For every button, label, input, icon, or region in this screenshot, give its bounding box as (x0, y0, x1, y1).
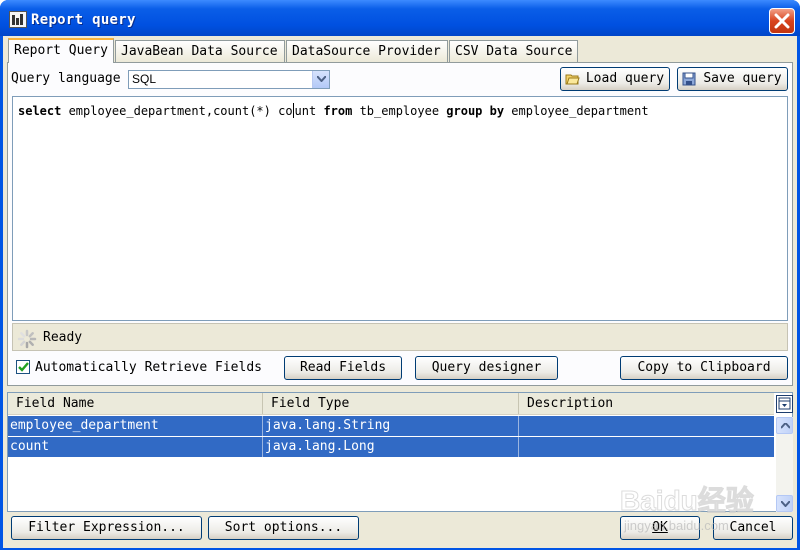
copy-to-clipboard-button[interactable]: Copy to Clipboard (620, 356, 788, 380)
tab-csv-data-source[interactable]: CSV Data Source (449, 40, 578, 62)
status-bar: Ready (12, 323, 788, 351)
field-name-cell[interactable]: count (8, 437, 263, 457)
column-header-description[interactable]: Description (519, 393, 774, 414)
description-cell[interactable] (519, 416, 774, 436)
column-header-field-type[interactable]: Field Type (263, 393, 519, 414)
text-cursor (292, 103, 294, 118)
auto-retrieve-label[interactable]: Automatically Retrieve Fields (35, 360, 262, 375)
sql-keyword-group-by: group by (446, 104, 505, 118)
baidu-watermark: Baidu经验 jingyan.baidu.com (614, 480, 794, 540)
report-query-window: Report query Report Query JavaBean Data … (0, 0, 800, 550)
folder-open-icon (565, 74, 580, 85)
checkmark-icon (18, 362, 29, 372)
watermark-url: jingyan.baidu.com (623, 518, 729, 533)
sql-fragment: unt (294, 104, 324, 118)
dialog-body: Report Query JavaBean Data Source DataSo… (3, 36, 797, 548)
sql-fragment: tb_employee (352, 104, 447, 118)
query-language-select[interactable]: SQL (128, 70, 330, 89)
column-header-field-name[interactable]: Field Name (8, 393, 263, 414)
title-bar[interactable]: Report query (0, 0, 800, 36)
load-query-button[interactable]: Load query (560, 67, 670, 91)
column-chooser-icon (778, 397, 791, 410)
query-language-label: Query language (11, 71, 121, 86)
load-query-label: Load query (585, 71, 665, 86)
report-query-panel: Query language SQL Load query Save query… (7, 62, 793, 386)
table-header: Field Name Field Type Description (8, 393, 774, 415)
app-icon (9, 11, 27, 28)
tab-javabean-data-source[interactable]: JavaBean Data Source (115, 40, 285, 62)
save-icon (682, 72, 696, 86)
sort-options-button[interactable]: Sort options... (208, 516, 359, 540)
sql-keyword-from: from (323, 104, 353, 118)
field-type-cell[interactable]: java.lang.Long (263, 437, 519, 457)
auto-retrieve-checkbox[interactable] (16, 360, 30, 374)
query-designer-button[interactable]: Query designer (415, 356, 558, 380)
loading-spinner-icon (17, 329, 37, 349)
save-query-button[interactable]: Save query (677, 67, 788, 91)
field-name-cell[interactable]: employee_department (8, 416, 263, 436)
column-chooser-button[interactable] (776, 395, 793, 413)
query-language-value: SQL (132, 72, 157, 86)
chevron-down-icon[interactable] (312, 71, 329, 88)
table-row[interactable]: count java.lang.Long (8, 437, 774, 457)
chevron-up-icon (781, 423, 790, 429)
close-button[interactable] (769, 8, 795, 34)
query-editor[interactable]: select employee_department,count(*) co un… (12, 96, 788, 321)
read-fields-button[interactable]: Read Fields (284, 356, 402, 380)
status-text: Ready (43, 330, 83, 345)
sql-fragment: employee_department,count(*) co (61, 104, 293, 118)
tab-datasource-provider[interactable]: DataSource Provider (286, 40, 448, 62)
window-title: Report query (31, 12, 136, 28)
filter-expression-button[interactable]: Filter Expression... (11, 516, 202, 540)
tab-report-query[interactable]: Report Query (8, 38, 114, 63)
close-icon (774, 13, 790, 29)
watermark-text: Baidu经验 (620, 484, 754, 516)
sql-fragment: employee_department (504, 104, 649, 118)
description-cell[interactable] (519, 437, 774, 457)
scroll-up-button[interactable] (776, 417, 793, 434)
table-row[interactable]: employee_department java.lang.String (8, 416, 774, 436)
field-type-cell[interactable]: java.lang.String (263, 416, 519, 436)
sql-keyword-select: select (18, 104, 62, 118)
save-query-label: Save query (703, 71, 782, 86)
